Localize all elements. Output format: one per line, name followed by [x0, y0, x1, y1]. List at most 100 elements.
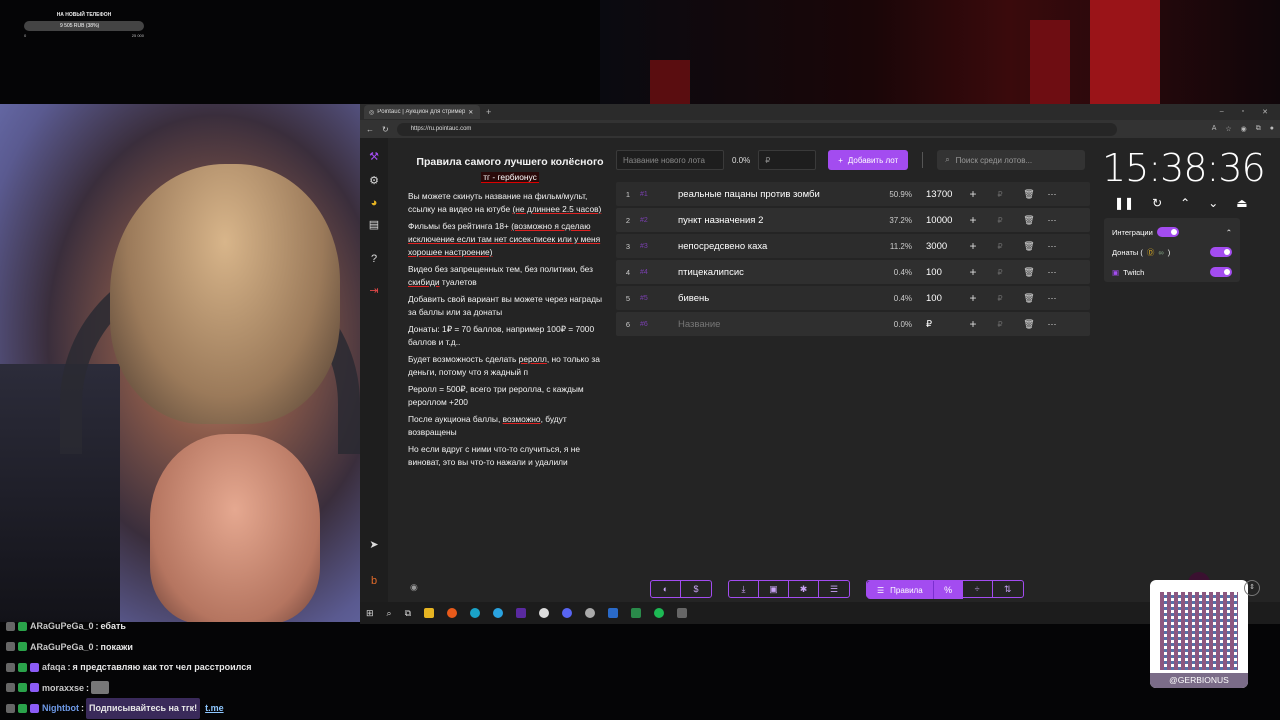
lot-name-input[interactable]: реальные пацаны против зомби [678, 189, 868, 200]
browser-tab[interactable]: ◎ Pointauc | Аукцион для стримеров ✕ [364, 105, 480, 119]
edge-icon[interactable] [470, 608, 481, 618]
back-icon[interactable]: ← [366, 125, 374, 134]
lot-amount[interactable]: 3000 [912, 241, 962, 252]
history-clipboard-icon[interactable]: ▤ [367, 218, 381, 232]
settings-gear-icon[interactable]: ⚙ [367, 174, 381, 188]
delete-icon[interactable]: 🗑 [1016, 241, 1042, 252]
pause-icon[interactable]: ❚❚ [1114, 196, 1134, 210]
add-amount-input[interactable]: ₽ [984, 268, 1016, 277]
search-icon[interactable]: ⌕ [387, 608, 392, 619]
boosty-icon[interactable]: b [367, 574, 381, 588]
download-icon[interactable]: ⤓ [729, 581, 759, 597]
lot-row[interactable]: 3 #3 непосредсвено каха 11.2% 3000 + ₽ 🗑 ⋯ [616, 234, 1090, 258]
windows-start-icon[interactable]: ⊞ [366, 608, 374, 619]
chevron-up-icon[interactable]: ⌃ [1226, 228, 1232, 237]
divide-icon[interactable]: ÷ [963, 581, 993, 597]
delete-icon[interactable]: 🗑 [1016, 267, 1042, 278]
lot-name-input[interactable]: птицекалипсис [678, 267, 868, 278]
lot-amount[interactable]: ₽ [912, 319, 962, 330]
chevron-down-icon[interactable]: ⌄ [1208, 196, 1218, 210]
twitch-toggle[interactable] [1210, 267, 1232, 277]
eye-icon[interactable]: ◉ [410, 582, 418, 593]
chevron-up-icon[interactable]: ⌃ [1180, 196, 1190, 210]
donate-dollar-icon[interactable]: $ [681, 581, 711, 597]
add-amount-icon[interactable]: + [962, 291, 984, 305]
lot-amount[interactable]: 100 [912, 267, 962, 278]
file-explorer-icon[interactable] [424, 608, 435, 618]
lot-amount[interactable]: 13700 [912, 189, 962, 200]
reload-icon[interactable]: ↻ [382, 125, 389, 134]
help-icon[interactable]: ? [367, 252, 381, 266]
new-lot-amount-input[interactable]: ₽ [758, 150, 817, 170]
profile-icon[interactable]: ● [1270, 125, 1274, 133]
reader-icon[interactable]: A [1212, 125, 1217, 133]
delete-icon[interactable]: 🗑 [1016, 189, 1042, 200]
list-icon[interactable]: ☰ [819, 581, 849, 597]
donations-toggle[interactable] [1210, 247, 1232, 257]
delete-icon[interactable]: 🗑 [1016, 293, 1042, 304]
app-icon[interactable] [608, 608, 619, 618]
double-up-icon[interactable]: ⏏ [1236, 196, 1247, 210]
vpn-icon[interactable] [516, 608, 527, 618]
add-amount-input[interactable]: ₽ [984, 320, 1016, 329]
save-icon[interactable]: ▣ [759, 581, 789, 597]
app-icon[interactable] [631, 608, 642, 618]
lot-amount[interactable]: 100 [912, 293, 962, 304]
scroll-icon[interactable]: ⇕ [1244, 580, 1260, 596]
add-amount-icon[interactable]: + [962, 187, 984, 201]
firefox-icon[interactable] [447, 608, 458, 618]
new-lot-name-input[interactable]: Название нового лота [616, 150, 724, 170]
more-options-icon[interactable]: ⋯ [1042, 215, 1062, 226]
url-field[interactable]: https://ru.pointauc.com [396, 122, 1117, 136]
reset-icon[interactable]: ↻ [1152, 196, 1162, 210]
lot-row[interactable]: 5 #5 бивень 0.4% 100 + ₽ 🗑 ⋯ [616, 286, 1090, 310]
obs-icon[interactable] [539, 608, 550, 618]
delete-icon[interactable]: 🗑 [1016, 319, 1042, 330]
github-icon[interactable]: ◐ [651, 581, 681, 597]
add-amount-input[interactable]: ₽ [984, 294, 1016, 303]
telegram-app-icon[interactable] [493, 608, 504, 618]
close-window-icon[interactable]: ✕ [1262, 108, 1268, 116]
add-lot-button[interactable]: + Добавить лот [828, 150, 909, 170]
bug-icon[interactable]: ✱ [789, 581, 819, 597]
new-tab-icon[interactable]: + [486, 107, 491, 117]
add-amount-icon[interactable]: + [962, 239, 984, 253]
delete-icon[interactable]: 🗑 [1016, 215, 1042, 226]
add-amount-icon[interactable]: + [962, 213, 984, 227]
add-amount-icon[interactable]: + [962, 265, 984, 279]
rules-button[interactable]: ☰ Правила [867, 581, 933, 599]
lot-row[interactable]: 2 #2 пункт назначения 2 37.2% 10000 + ₽ 🗑 ⋯ [616, 208, 1090, 232]
percent-button[interactable]: % [932, 581, 963, 599]
more-options-icon[interactable]: ⋯ [1042, 267, 1062, 278]
lot-name-input[interactable]: непосредсвено каха [678, 241, 868, 252]
logout-icon[interactable]: ⇥ [367, 284, 381, 298]
extension-icon[interactable]: ◉ [1241, 125, 1247, 133]
more-options-icon[interactable]: ⋯ [1042, 241, 1062, 252]
lot-name-input[interactable]: пункт назначения 2 [678, 215, 868, 226]
add-amount-icon[interactable]: + [962, 317, 984, 331]
lot-row[interactable]: 6 #6 Название 0.0% ₽ + ₽ 🗑 ⋯ [616, 312, 1090, 336]
minimize-icon[interactable]: – [1220, 108, 1224, 116]
add-amount-input[interactable]: ₽ [984, 190, 1016, 199]
app-icon[interactable] [677, 608, 688, 618]
chat-link[interactable]: t.me [205, 698, 224, 719]
task-view-icon[interactable]: ⧉ [405, 608, 411, 619]
app-icon[interactable] [585, 608, 596, 618]
lot-search-input[interactable]: ⌕ Поиск среди лотов... [937, 150, 1086, 170]
discord-icon[interactable] [562, 608, 573, 618]
maximize-icon[interactable]: ▫ [1242, 108, 1244, 116]
more-options-icon[interactable]: ⋯ [1042, 189, 1062, 200]
favorite-icon[interactable]: ☆ [1225, 125, 1231, 133]
lot-name-input[interactable]: бивень [678, 293, 868, 304]
sort-icon[interactable]: ⇅ [993, 581, 1023, 597]
close-tab-icon[interactable]: ✕ [468, 109, 473, 116]
lot-row[interactable]: 4 #4 птицекалипсис 0.4% 100 + ₽ 🗑 ⋯ [616, 260, 1090, 284]
wheel-icon[interactable]: ◕ [367, 196, 381, 210]
auction-hammer-icon[interactable]: ⚒ [367, 150, 381, 164]
collections-icon[interactable]: ⧉ [1256, 125, 1261, 133]
lot-row[interactable]: 1 #1 реальные пацаны против зомби 50.9% 1370… [616, 182, 1090, 206]
add-amount-input[interactable]: ₽ [984, 242, 1016, 251]
lot-amount[interactable]: 10000 [912, 215, 962, 226]
spotify-icon[interactable] [654, 608, 665, 618]
integrations-toggle[interactable] [1156, 227, 1179, 237]
